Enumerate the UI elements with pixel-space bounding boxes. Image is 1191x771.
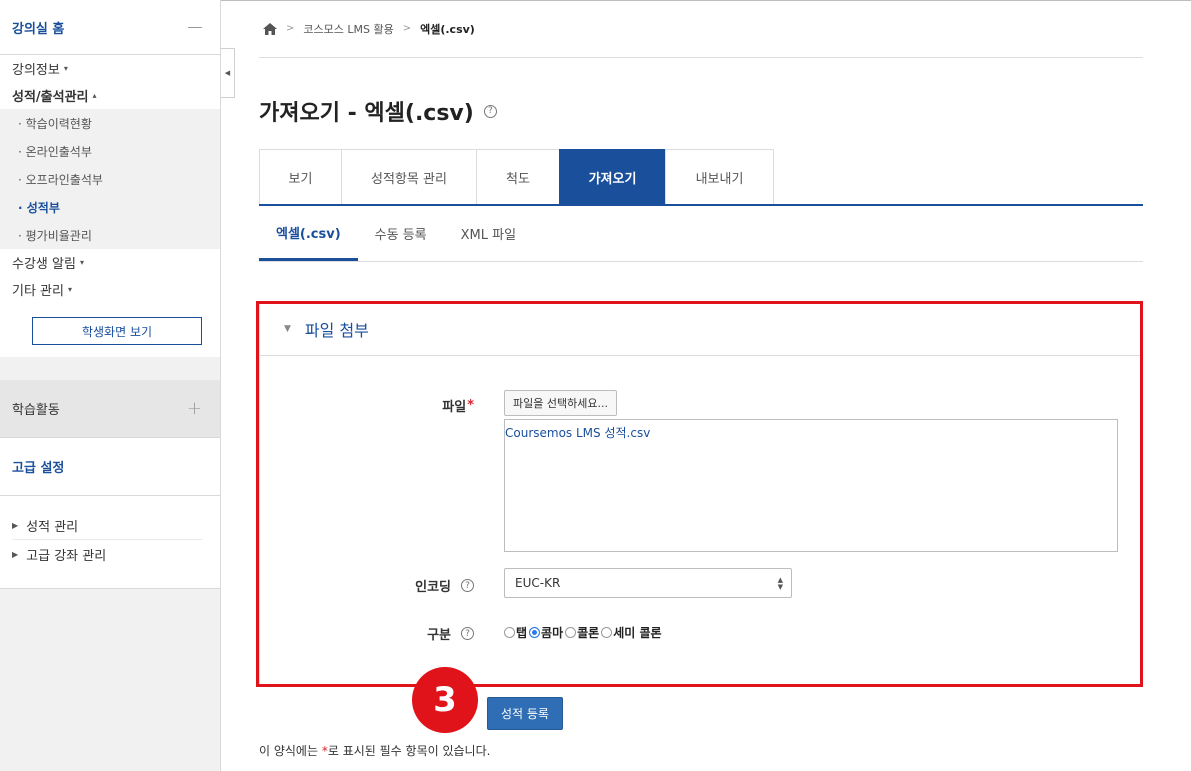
breadcrumb-separator: > (402, 23, 412, 34)
sidebar-subitem-online-attendance[interactable]: · 온라인출석부 (0, 137, 220, 165)
sidebar-activity-label: 학습활동 (12, 403, 60, 418)
footnote-before: 이 양식에는 (259, 744, 322, 758)
collapse-minus-icon[interactable] (188, 26, 202, 28)
footnote-after: 로 표시된 필수 항목이 있습니다. (327, 744, 491, 758)
submit-grades-button[interactable]: 성적 등록 (487, 697, 563, 730)
sidebar-item-label: 성적/출석관리 (12, 90, 89, 105)
sidebar-advanced-title[interactable]: 고급 설정 (0, 438, 220, 496)
sidebar-item-other-management[interactable]: 기타 관리 ▾ (0, 276, 220, 303)
caret-down-icon: ▾ (63, 64, 68, 73)
student-view-button[interactable]: 학생화면 보기 (32, 317, 202, 345)
breadcrumb: > 코스모스 LMS 활용 > 엑셀(.csv) (259, 0, 1143, 58)
caret-down-icon: ▾ (79, 258, 84, 267)
tab-bar: 보기 성적항목 관리 척도 가져오기 내보내기 (259, 149, 1143, 206)
sidebar-item-student-notice[interactable]: 수강생 알림 ▾ (0, 249, 220, 276)
subtab-excel-csv[interactable]: 엑셀(.csv) (259, 206, 358, 261)
chevron-left-icon: ◀ (224, 69, 231, 77)
sidebar-advanced-item-label: 고급 강좌 관리 (26, 548, 107, 564)
step-number-badge: 3 (412, 667, 478, 733)
annotation-highlight-box (256, 301, 1143, 687)
caret-down-icon: ▾ (67, 285, 72, 294)
sidebar-subitem-gradebook[interactable]: · 성적부 (0, 193, 220, 221)
sidebar: 강의실 홈 강의정보 ▾ 성적/출석관리 ▴ · 학습이력현황 · 온라인출석부… (0, 0, 221, 771)
home-icon[interactable] (263, 22, 277, 35)
tab-export[interactable]: 내보내기 (665, 149, 774, 204)
sidebar-home-label: 강의실 홈 (12, 21, 65, 37)
subtab-bar: 엑셀(.csv) 수동 등록 XML 파일 (259, 206, 1143, 262)
help-icon[interactable]: ? (483, 104, 497, 118)
sidebar-advanced-list: ▶ 성적 관리 ▶ 고급 강좌 관리 (0, 496, 220, 589)
sidebar-advanced-item-grade[interactable]: ▶ 성적 관리 (12, 512, 202, 540)
add-plus-icon[interactable]: + (187, 398, 202, 419)
triangle-right-icon: ▶ (12, 549, 19, 559)
sidebar-item-label: 기타 관리 (12, 284, 64, 299)
sidebar-activity-block[interactable]: 학습활동 + (0, 380, 220, 438)
triangle-right-icon: ▶ (12, 521, 19, 530)
sidebar-advanced-block: 고급 설정 ▶ 성적 관리 ▶ 고급 강좌 관리 (0, 438, 220, 589)
breadcrumb-separator: > (286, 23, 295, 34)
sidebar-home-block: 강의실 홈 (0, 0, 220, 55)
sidebar-subitem-learning-history[interactable]: · 학습이력현황 (0, 109, 220, 137)
breadcrumb-course-link[interactable]: 코스모스 LMS 활용 (303, 21, 393, 37)
sidebar-submenu: · 학습이력현황 · 온라인출석부 · 오프라인출석부 · 성적부 · 평가비율… (0, 109, 220, 249)
subtab-xml[interactable]: XML 파일 (444, 206, 533, 261)
tab-import[interactable]: 가져오기 (559, 149, 666, 204)
sidebar-item-label: 수강생 알림 (12, 257, 76, 272)
tab-scale[interactable]: 척도 (476, 149, 560, 204)
sidebar-subitem-evaluation-ratio[interactable]: · 평가비율관리 (0, 221, 220, 249)
sidebar-item-course-info[interactable]: 강의정보 ▾ (0, 55, 220, 82)
sidebar-home-link[interactable]: 강의실 홈 (0, 0, 220, 54)
required-footnote: 이 양식에는 *로 표시된 필수 항목이 있습니다. (259, 742, 490, 759)
sidebar-advanced-item-course[interactable]: ▶ 고급 강좌 관리 (12, 540, 202, 568)
student-view-wrap: 학생화면 보기 (0, 303, 220, 345)
page-title: 가져오기 - 엑셀(.csv) (259, 101, 474, 126)
breadcrumb-current: 엑셀(.csv) (420, 22, 475, 36)
caret-up-icon: ▴ (92, 91, 97, 100)
page-title-row: 가져오기 - 엑셀(.csv) ? (259, 96, 1143, 126)
sidebar-advanced-item-label: 성적 관리 (26, 520, 79, 535)
sidebar-collapse-toggle[interactable]: ◀ (221, 48, 235, 98)
sidebar-item-grade-attendance[interactable]: 성적/출석관리 ▴ (0, 82, 220, 109)
sidebar-item-label: 강의정보 (12, 63, 60, 78)
tab-grade-items[interactable]: 성적항목 관리 (341, 149, 477, 204)
subtab-manual[interactable]: 수동 등록 (358, 206, 444, 261)
sidebar-menu: 강의정보 ▾ 성적/출석관리 ▴ · 학습이력현황 · 온라인출석부 · 오프라… (0, 55, 220, 357)
tab-view[interactable]: 보기 (259, 149, 342, 204)
sidebar-subitem-offline-attendance[interactable]: · 오프라인출석부 (0, 165, 220, 193)
